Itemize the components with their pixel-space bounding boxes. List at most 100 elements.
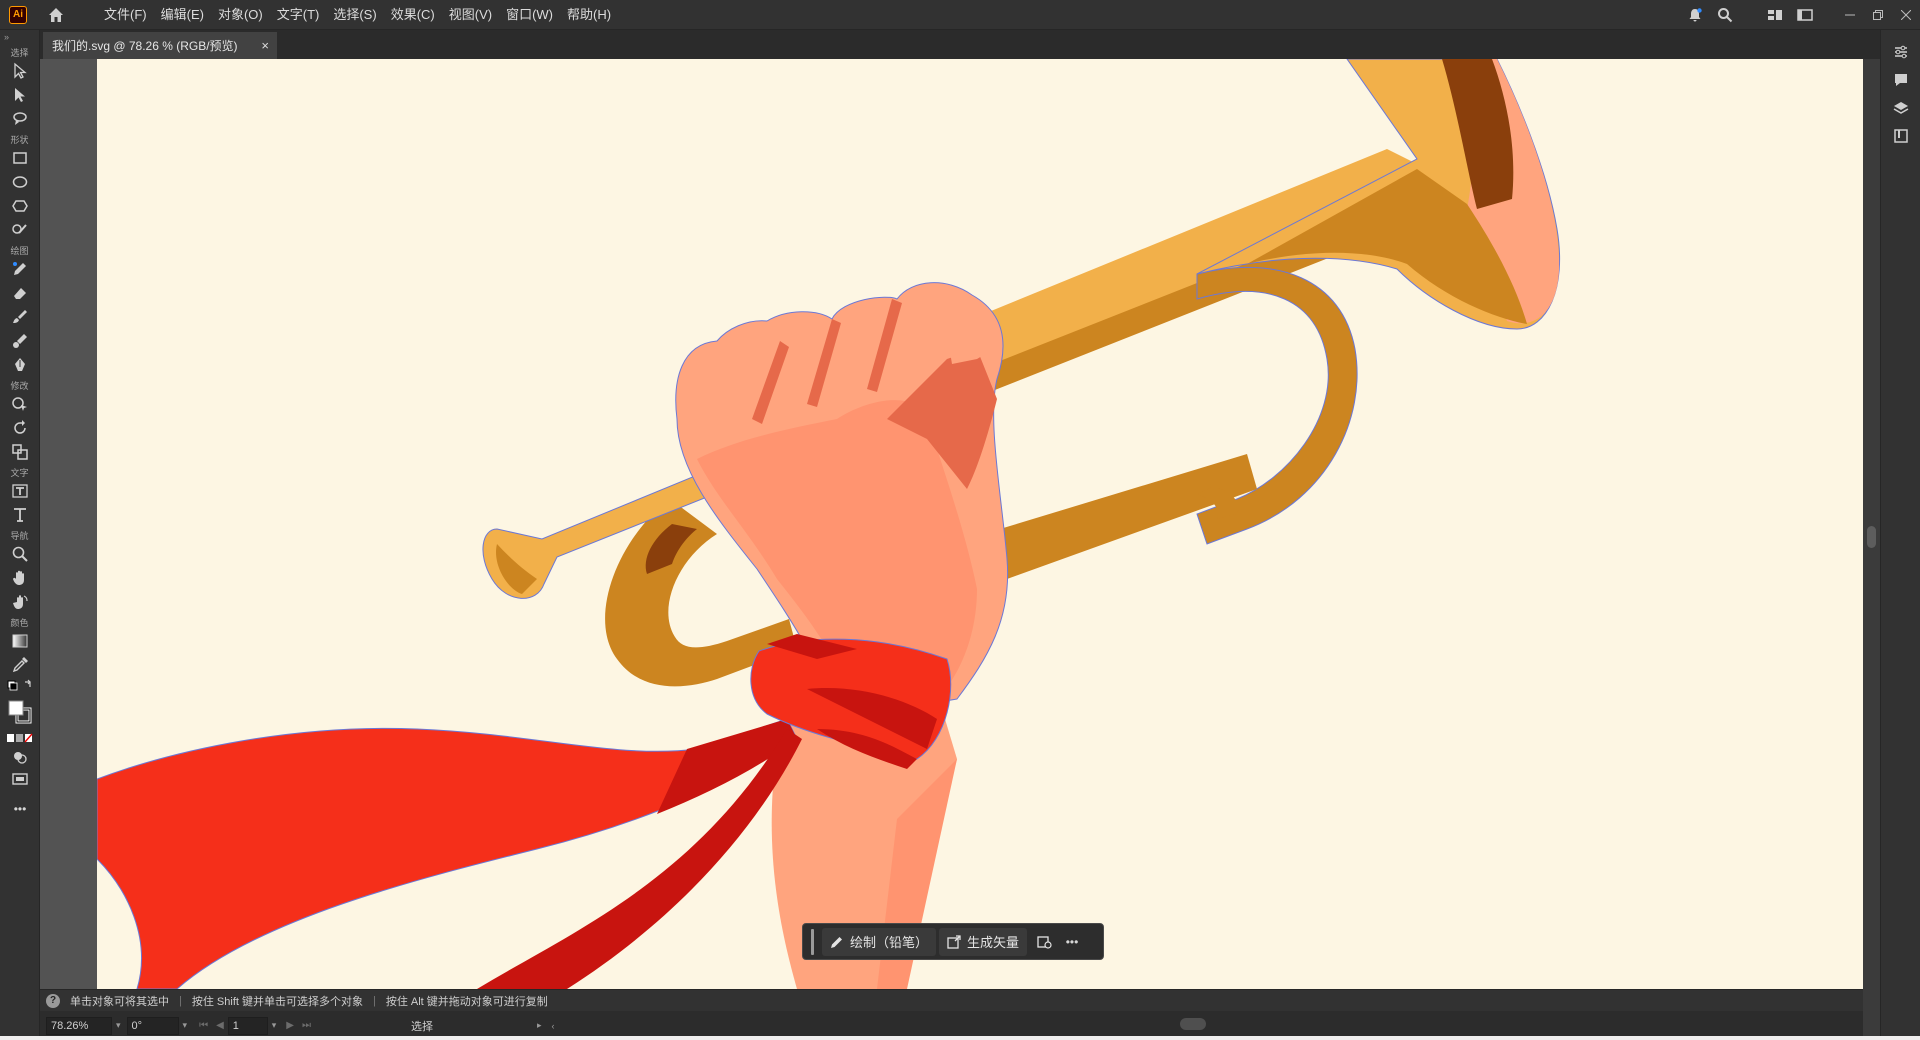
shape-builder-tool-icon[interactable] — [0, 392, 40, 416]
artwork-illustration[interactable] — [97, 59, 1863, 989]
notification-bell-icon[interactable] — [1680, 0, 1710, 30]
type-on-path-tool-icon[interactable] — [0, 479, 40, 503]
libraries-panel-icon[interactable] — [1881, 122, 1920, 150]
zoom-tool-icon[interactable] — [0, 542, 40, 566]
blob-brush-tool-icon[interactable] — [0, 329, 40, 353]
contextual-task-bar: 绘制（铅笔） 生成矢量 ••• — [802, 923, 1104, 960]
restore-icon[interactable] — [1864, 0, 1892, 30]
last-artboard-icon[interactable]: ⏭ — [298, 1020, 315, 1031]
task-bar-settings-icon[interactable] — [1030, 928, 1058, 956]
pencil-tool-icon[interactable] — [0, 257, 40, 281]
vertical-scrollbar[interactable] — [1863, 59, 1880, 989]
pencil-icon — [831, 936, 842, 948]
type-tool-icon[interactable] — [0, 503, 40, 527]
rectangle-tool-icon[interactable] — [0, 146, 40, 170]
document-tab-title: 我们的.svg @ 78.26 % (RGB/预览) — [52, 39, 238, 53]
task-bar-more-icon[interactable]: ••• — [1058, 928, 1086, 956]
tool-group-modify: 修改 — [10, 381, 29, 391]
menu-edit[interactable]: 编辑(E) — [154, 0, 211, 30]
eyedropper-tool-icon[interactable] — [0, 653, 40, 677]
tool-group-type: 文字 — [10, 468, 29, 478]
menu-view[interactable]: 视图(V) — [442, 0, 499, 30]
menu-bar: Ai 文件(F) 编辑(E) 对象(O) 文字(T) 选择(S) 效果(C) 视… — [0, 0, 1920, 30]
window-bottom-edge — [0, 1036, 1920, 1040]
menu-help[interactable]: 帮助(H) — [560, 0, 618, 30]
horizontal-scrollbar[interactable] — [560, 1016, 1863, 1033]
vertical-scroll-thumb[interactable] — [1867, 526, 1876, 548]
artboard[interactable] — [97, 59, 1863, 989]
rotation-field[interactable]: 0° — [126, 1016, 179, 1035]
artboard-dropdown-icon[interactable]: ▾ — [272, 1020, 277, 1031]
edit-toolbar-icon[interactable]: ••• — [0, 797, 40, 821]
selection-tool-icon[interactable] — [0, 59, 40, 83]
paintbrush-tool-icon[interactable] — [0, 305, 40, 329]
horizontal-scroll-thumb[interactable] — [1180, 1018, 1206, 1030]
menu-select[interactable]: 选择(S) — [326, 0, 383, 30]
layers-panel-icon[interactable] — [1881, 94, 1920, 122]
close-window-icon[interactable] — [1892, 0, 1920, 30]
draw-pencil-button[interactable]: 绘制（铅笔） — [822, 927, 937, 956]
previous-artboard-icon[interactable]: ◀ — [212, 1020, 228, 1031]
zoom-dropdown-icon[interactable]: ▾ — [116, 1020, 121, 1031]
properties-panel-icon[interactable] — [1881, 38, 1920, 66]
lasso-tool-icon[interactable] — [0, 107, 40, 131]
menu-right-controls — [1680, 0, 1920, 30]
hint-shift-select: 按住 Shift 键并单击可选择多个对象 — [191, 995, 363, 1008]
canvas-area[interactable] — [40, 59, 1863, 989]
first-artboard-icon[interactable]: ⏮ — [195, 1020, 212, 1031]
tool-group-draw: 绘图 — [10, 246, 29, 256]
home-icon[interactable] — [41, 0, 71, 30]
generate-vectors-button[interactable]: 生成矢量 — [939, 927, 1028, 956]
toolbar-collapse-icon[interactable]: » — [0, 30, 39, 44]
direct-selection-tool-icon[interactable] — [0, 83, 40, 107]
scale-tool-icon[interactable] — [0, 440, 40, 464]
minimize-icon[interactable] — [1836, 0, 1864, 30]
screen-mode-icon[interactable] — [0, 767, 40, 791]
tool-group-nav: 导航 — [10, 531, 29, 541]
workspace-switcher-icon[interactable] — [1760, 0, 1790, 30]
rotation-value: 0° — [131, 1019, 143, 1032]
pen-tool-icon[interactable] — [0, 353, 40, 377]
document-tab[interactable]: 我们的.svg @ 78.26 % (RGB/预览) × — [43, 32, 277, 59]
default-colors-icon[interactable] — [0, 677, 40, 695]
menu-items: 文件(F) 编辑(E) 对象(O) 文字(T) 选择(S) 效果(C) 视图(V… — [97, 0, 618, 30]
help-icon[interactable]: ? — [46, 993, 60, 1008]
gradient-tool-icon[interactable] — [0, 629, 40, 653]
close-tab-icon[interactable]: × — [261, 38, 269, 53]
status-menu-icon[interactable]: ▸ — [537, 1020, 542, 1031]
color-mode-icons[interactable] — [0, 729, 40, 747]
search-icon[interactable] — [1710, 0, 1740, 30]
tool-group-shape: 形状 — [10, 135, 29, 145]
tool-group-select: 选择 — [10, 48, 29, 58]
polygon-tool-icon[interactable] — [0, 194, 40, 218]
drawing-mode-icon[interactable] — [0, 747, 40, 767]
scroll-left-icon[interactable]: ‹ — [552, 1021, 555, 1031]
menu-type[interactable]: 文字(T) — [270, 0, 327, 30]
right-panel-strip — [1880, 30, 1920, 1040]
rotate-tool-icon[interactable] — [0, 416, 40, 440]
arrange-documents-icon[interactable] — [1790, 0, 1820, 30]
artboard-number: 1 — [232, 1019, 239, 1032]
hint-separator: | — [372, 994, 376, 1007]
menu-window[interactable]: 窗口(W) — [499, 0, 560, 30]
menu-object[interactable]: 对象(O) — [211, 0, 270, 30]
ellipse-tool-icon[interactable] — [0, 170, 40, 194]
next-artboard-icon[interactable]: ▶ — [282, 1020, 298, 1031]
hand-tool-icon[interactable] — [0, 566, 40, 590]
task-bar-drag-handle[interactable] — [811, 928, 814, 955]
comments-panel-icon[interactable] — [1881, 66, 1920, 94]
generate-vectors-label: 生成矢量 — [967, 935, 1020, 950]
rotation-dropdown-icon[interactable]: ▾ — [183, 1020, 188, 1031]
artboard-number-field[interactable]: 1 — [227, 1016, 268, 1035]
current-tool-label: 选择 — [411, 1020, 433, 1033]
menu-file[interactable]: 文件(F) — [97, 0, 154, 30]
zoom-field[interactable]: 78.26% — [46, 1016, 112, 1035]
fill-stroke-swatch[interactable] — [0, 695, 40, 729]
eraser-tool-icon[interactable] — [0, 281, 40, 305]
rotate-view-tool-icon[interactable] — [0, 590, 40, 614]
menu-effect[interactable]: 效果(C) — [384, 0, 442, 30]
zoom-value: 78.26% — [51, 1019, 89, 1032]
hint-alt-drag: 按住 Alt 键并拖动对象可进行复制 — [385, 995, 548, 1008]
hint-click-select: 单击对象可将其选中 — [70, 995, 169, 1008]
shaper-tool-icon[interactable] — [0, 218, 40, 242]
